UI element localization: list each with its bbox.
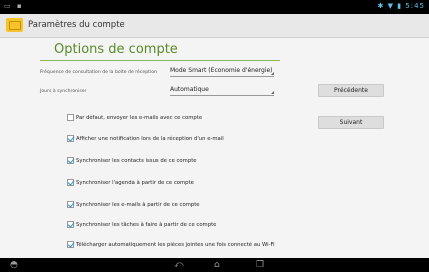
- status-left-icons: ▭ ▪: [4, 2, 24, 10]
- recent-apps-icon[interactable]: ❐: [256, 259, 264, 271]
- option-label: Synchroniser les e-mails à partir de ce …: [76, 202, 200, 208]
- home-icon[interactable]: ⌂: [214, 259, 220, 271]
- option-label: Synchroniser les contacts issus de ce co…: [76, 158, 197, 164]
- frequency-value: Mode Smart (Economie d'énergie): [170, 67, 273, 74]
- status-right-icons: ✱ ▼ ▮ 5:45: [377, 2, 425, 10]
- previous-button[interactable]: Précédente: [318, 84, 384, 97]
- checkbox-unchecked-icon[interactable]: [67, 114, 74, 121]
- action-bar-title: Paramètres du compte: [28, 20, 125, 30]
- option-label: Afficher une notification lors de la réc…: [76, 136, 224, 142]
- email-app-icon[interactable]: [6, 18, 23, 32]
- next-button[interactable]: Suivant: [318, 116, 384, 129]
- frequency-spinner[interactable]: Mode Smart (Economie d'énergie): [170, 67, 274, 77]
- frequency-label: Fréquence de consultation de la boîte de…: [40, 70, 157, 75]
- option-label: Synchroniser les tâches à faire à partir…: [76, 222, 217, 228]
- option-label: Par défaut, envoyer les e-mails avec ce …: [76, 115, 203, 121]
- checkbox-checked-icon[interactable]: [67, 201, 74, 208]
- option-label: Télécharger automatiquement les pièces j…: [76, 242, 275, 248]
- sync-days-spinner[interactable]: Automatique: [170, 86, 274, 96]
- back-icon[interactable]: ⤺: [174, 259, 184, 271]
- sync-days-value: Automatique: [170, 86, 209, 93]
- status-bar: ▭ ▪ ✱ ▼ ▮ 5:45: [0, 0, 429, 14]
- title-divider: [40, 60, 280, 61]
- checkbox-checked-icon[interactable]: [67, 241, 74, 248]
- spinner-arrow-icon: [271, 72, 274, 75]
- spinner-arrow-icon: [271, 91, 274, 94]
- checkbox-checked-icon[interactable]: [67, 135, 74, 142]
- asus-logo-icon[interactable]: ◓: [10, 259, 18, 271]
- action-bar: Paramètres du compte: [0, 14, 429, 38]
- account-options-panel: Options de compte Fréquence de consultat…: [0, 38, 429, 258]
- checkbox-checked-icon[interactable]: [67, 179, 74, 186]
- page-title: Options de compte: [54, 42, 178, 57]
- checkbox-checked-icon[interactable]: [67, 157, 74, 164]
- option-label: Synchroniser l'agenda à partir de ce com…: [76, 180, 194, 186]
- checkbox-checked-icon[interactable]: [67, 221, 74, 228]
- sync-days-label: Jours à synchroniser: [40, 89, 87, 94]
- navigation-bar: ◓ ⤺ ⌂ ❐: [0, 258, 429, 272]
